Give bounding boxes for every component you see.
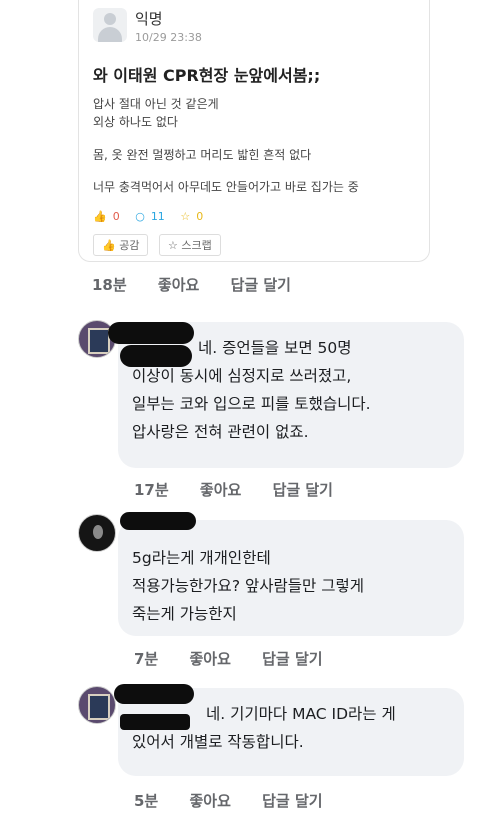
star-icon: ☆ — [180, 210, 191, 223]
like-button[interactable]: 👍 공감 — [93, 234, 149, 256]
reply-link[interactable]: 답글 달기 — [231, 276, 291, 294]
anonymous-avatar — [93, 8, 127, 42]
post-stats: 👍 0 ○ 11 ☆ 0 — [93, 210, 215, 223]
comment-time: 17분 — [134, 481, 169, 499]
thumbs-up-icon: 👍 — [102, 239, 116, 252]
comment-text: 네. 기기마다 MAC ID라는 게 — [206, 705, 396, 723]
post-author: 익명 — [135, 10, 163, 28]
avatar[interactable] — [78, 686, 116, 724]
redacted-name — [108, 322, 194, 344]
comment-actions: 7분 좋아요 답글 달기 — [134, 648, 349, 669]
post-time: 10/29 23:38 — [135, 31, 202, 44]
thumbs-up-icon: 👍 — [93, 210, 107, 223]
post-line: 너무 충격먹어서 아무데도 안들어가고 바로 집가는 중 — [93, 180, 359, 194]
redacted-name — [114, 684, 194, 704]
redacted-name — [120, 512, 196, 530]
post-line: 몸, 옷 완전 멀쩡하고 머리도 밟힌 흔적 없다 — [93, 148, 312, 162]
comment-text: 네. 증언들을 보면 50명 — [198, 339, 352, 357]
comment-text: 압사랑은 전혀 관련이 없죠. — [132, 423, 309, 441]
speech-bubble-icon: ○ — [135, 210, 145, 223]
post-time-ago: 18분 — [92, 276, 127, 294]
comment-text: 5g라는게 개개인한테 — [132, 549, 271, 567]
comment-bubble: 5g라는게 개개인한테 적용가능한가요? 앞사람들만 그렇게 죽는게 가능한지 — [118, 520, 464, 636]
comment-count: ○ 11 — [135, 210, 165, 223]
post-actions: 18분 좋아요 답글 달기 — [92, 274, 317, 295]
comment-actions: 5분 좋아요 답글 달기 — [134, 790, 349, 811]
like-link[interactable]: 좋아요 — [189, 650, 230, 668]
redacted-name — [120, 714, 190, 730]
scrap-count: ☆ 0 — [180, 210, 204, 223]
comment-time: 7분 — [134, 650, 159, 668]
post-line: 외상 하나도 없다 — [93, 115, 178, 129]
comment-text: 죽는게 가능한지 — [132, 605, 237, 623]
comment-actions: 17분 좋아요 답글 달기 — [134, 479, 359, 500]
avatar[interactable] — [78, 514, 116, 552]
comment-text: 있어서 개별로 작동합니다. — [132, 733, 304, 751]
like-link[interactable]: 좋아요 — [189, 792, 230, 810]
post-card: 익명 10/29 23:38 와 이태원 CPR현장 눈앞에서봄;; 압사 절대… — [78, 0, 430, 262]
like-link[interactable]: 좋아요 — [158, 276, 199, 294]
redacted-name — [120, 345, 192, 367]
reply-link[interactable]: 답글 달기 — [262, 792, 322, 810]
post-title: 와 이태원 CPR현장 눈앞에서봄;; — [93, 66, 321, 85]
post-line: 압사 절대 아닌 것 같은게 — [93, 97, 219, 111]
comment-text: 적용가능한가요? 앞사람들만 그렇게 — [132, 577, 364, 595]
scrap-button[interactable]: ☆ 스크랩 — [159, 234, 221, 256]
like-link[interactable]: 좋아요 — [200, 481, 241, 499]
reply-link[interactable]: 답글 달기 — [262, 650, 322, 668]
like-count: 👍 0 — [93, 210, 120, 223]
reply-link[interactable]: 답글 달기 — [273, 481, 333, 499]
comment-time: 5분 — [134, 792, 159, 810]
comment-text: 일부는 코와 입으로 피를 토했습니다. — [132, 395, 371, 413]
star-icon: ☆ — [168, 239, 178, 252]
